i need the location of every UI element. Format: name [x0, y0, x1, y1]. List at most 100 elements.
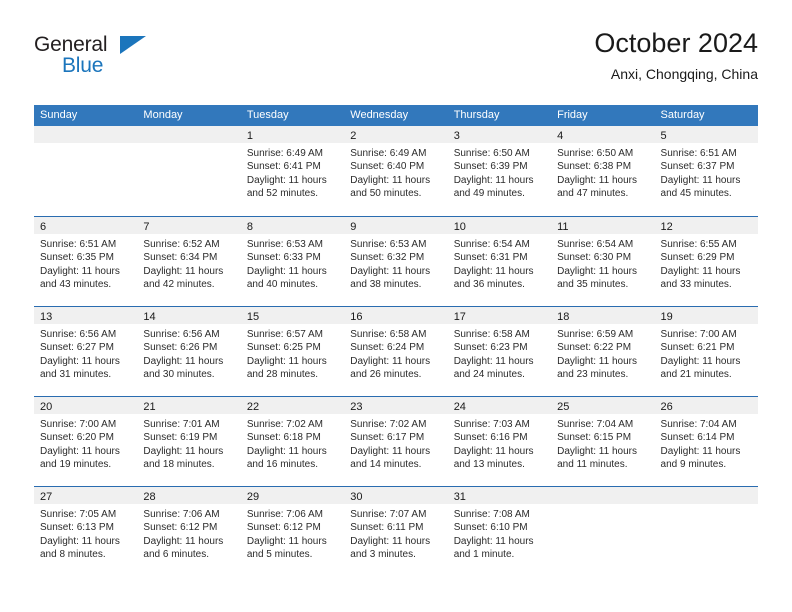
day-number: 28	[143, 491, 156, 503]
day-number-band: 19	[654, 307, 758, 324]
sunset-text: Sunset: 6:37 PM	[660, 161, 735, 173]
day-number: 29	[246, 491, 260, 503]
daylight-text-line2: and 31 minutes.	[40, 368, 112, 380]
day-number-band	[34, 126, 138, 143]
sunset-text: Sunset: 6:41 PM	[246, 161, 321, 173]
day-cell[interactable]: 18 Sunrise: 6:59 AM Sunset: 6:22 PM Dayl…	[551, 307, 655, 396]
day-cell[interactable]: 23 Sunrise: 7:02 AM Sunset: 6:17 PM Dayl…	[344, 397, 448, 486]
logo-text-general: General	[34, 33, 108, 56]
day-cell[interactable]: 24 Sunrise: 7:03 AM Sunset: 6:16 PM Dayl…	[447, 397, 552, 486]
day-cell[interactable]: 15 Sunrise: 6:57 AM Sunset: 6:25 PM Dayl…	[240, 307, 345, 396]
day-cell[interactable]: 20 Sunrise: 7:00 AM Sunset: 6:20 PM Dayl…	[34, 397, 138, 486]
sunset-text: Sunset: 6:19 PM	[143, 432, 218, 444]
day-number-band: 8	[240, 217, 345, 234]
day-cell[interactable]: 2 Sunrise: 6:49 AM Sunset: 6:40 PM Dayli…	[344, 126, 448, 216]
day-info: Sunrise: 6:49 AM Sunset: 6:41 PM Dayligh…	[241, 143, 344, 200]
day-number: 3	[453, 130, 460, 142]
daylight-text-line2: and 5 minutes.	[246, 548, 313, 560]
day-info: Sunrise: 6:57 AM Sunset: 6:25 PM Dayligh…	[241, 324, 344, 381]
day-number: 25	[557, 401, 570, 413]
day-number-band: 22	[240, 397, 345, 414]
sunset-text: Sunset: 6:30 PM	[557, 252, 632, 264]
day-number-band: 21	[137, 397, 241, 414]
weekday-header-saturday: Saturday	[660, 109, 705, 121]
sunset-text: Sunset: 6:16 PM	[453, 432, 528, 444]
day-number: 5	[660, 130, 667, 142]
sunrise-text: Sunrise: 7:03 AM	[453, 419, 530, 430]
day-cell[interactable]: 10 Sunrise: 6:54 AM Sunset: 6:31 PM Dayl…	[447, 217, 552, 306]
sunset-text: Sunset: 6:18 PM	[246, 432, 321, 444]
day-info: Sunrise: 6:55 AM Sunset: 6:29 PM Dayligh…	[655, 234, 758, 291]
day-cell[interactable]: 21 Sunrise: 7:01 AM Sunset: 6:19 PM Dayl…	[137, 397, 241, 486]
day-number-band: 11	[551, 217, 655, 234]
day-number: 27	[40, 491, 53, 503]
sunrise-text: Sunrise: 6:49 AM	[350, 148, 427, 159]
day-cell[interactable]: 5 Sunrise: 6:51 AM Sunset: 6:37 PM Dayli…	[654, 126, 758, 216]
day-number: 18	[557, 311, 570, 323]
sunrise-text: Sunrise: 6:58 AM	[453, 329, 530, 340]
day-cell[interactable]: 3 Sunrise: 6:50 AM Sunset: 6:39 PM Dayli…	[447, 126, 552, 216]
day-cell[interactable]: 16 Sunrise: 6:58 AM Sunset: 6:24 PM Dayl…	[344, 307, 448, 396]
day-cell[interactable]: 4 Sunrise: 6:50 AM Sunset: 6:38 PM Dayli…	[551, 126, 655, 216]
day-number-band: 28	[137, 487, 241, 504]
page-header: General Blue October 2024 Anxi, Chongqin…	[34, 26, 758, 98]
day-number-band: 4	[551, 126, 655, 143]
day-number-band: 9	[344, 217, 448, 234]
sunset-text: Sunset: 6:24 PM	[350, 342, 425, 354]
day-cell[interactable]: 13 Sunrise: 6:56 AM Sunset: 6:27 PM Dayl…	[34, 307, 138, 396]
sunrise-text: Sunrise: 6:51 AM	[660, 148, 737, 159]
day-cell[interactable]: 9 Sunrise: 6:53 AM Sunset: 6:32 PM Dayli…	[344, 217, 448, 306]
day-cell[interactable]: 22 Sunrise: 7:02 AM Sunset: 6:18 PM Dayl…	[240, 397, 345, 486]
daylight-text-line2: and 24 minutes.	[453, 368, 525, 380]
day-cell[interactable]: 11 Sunrise: 6:54 AM Sunset: 6:30 PM Dayl…	[551, 217, 655, 306]
daylight-text-line2: and 40 minutes.	[246, 278, 319, 290]
day-cell[interactable]: 26 Sunrise: 7:04 AM Sunset: 6:14 PM Dayl…	[654, 397, 758, 486]
sunrise-text: Sunrise: 6:59 AM	[557, 329, 634, 340]
day-cell[interactable]: 28 Sunrise: 7:06 AM Sunset: 6:12 PM Dayl…	[137, 487, 241, 576]
day-cell[interactable]: 19 Sunrise: 7:00 AM Sunset: 6:21 PM Dayl…	[654, 307, 758, 396]
daylight-text-line2: and 49 minutes.	[453, 187, 525, 199]
sunset-text: Sunset: 6:35 PM	[40, 252, 114, 264]
day-cell[interactable]: 17 Sunrise: 6:58 AM Sunset: 6:23 PM Dayl…	[447, 307, 552, 396]
day-cell[interactable]: 27 Sunrise: 7:05 AM Sunset: 6:13 PM Dayl…	[34, 487, 138, 576]
daylight-text-line2: and 35 minutes.	[557, 278, 629, 290]
day-info: Sunrise: 6:54 AM Sunset: 6:31 PM Dayligh…	[448, 234, 551, 291]
day-number-band: 30	[344, 487, 448, 504]
daylight-text-line2: and 42 minutes.	[143, 278, 215, 290]
day-cell[interactable]: 8 Sunrise: 6:53 AM Sunset: 6:33 PM Dayli…	[240, 217, 345, 306]
day-cell[interactable]: 31 Sunrise: 7:08 AM Sunset: 6:10 PM Dayl…	[447, 487, 552, 576]
daylight-text-line1: Daylight: 11 hours	[40, 355, 120, 367]
day-cell[interactable]: 30 Sunrise: 7:07 AM Sunset: 6:11 PM Dayl…	[344, 487, 448, 576]
daylight-text-line2: and 18 minutes.	[143, 458, 215, 470]
weekday-header-sunday: Sunday	[40, 109, 78, 121]
day-cell[interactable]: 25 Sunrise: 7:04 AM Sunset: 6:15 PM Dayl…	[551, 397, 655, 486]
daylight-text-line1: Daylight: 11 hours	[246, 174, 327, 186]
daylight-text-line1: Daylight: 11 hours	[453, 445, 534, 457]
week-row: 20 Sunrise: 7:00 AM Sunset: 6:20 PM Dayl…	[34, 396, 758, 486]
sunset-text: Sunset: 6:40 PM	[350, 161, 425, 173]
sunset-text: Sunset: 6:33 PM	[246, 252, 321, 264]
daylight-text-line1: Daylight: 11 hours	[143, 265, 224, 277]
sunset-text: Sunset: 6:22 PM	[557, 342, 632, 354]
day-number: 8	[246, 221, 253, 233]
weekday-header-wednesday: Wednesday	[350, 109, 409, 121]
general-blue-logo[interactable]: General Blue	[34, 34, 234, 90]
day-number-band: 23	[344, 397, 448, 414]
day-cell[interactable]: 6 Sunrise: 6:51 AM Sunset: 6:35 PM Dayli…	[34, 217, 138, 306]
day-number-band: 7	[137, 217, 241, 234]
day-cell[interactable]: 12 Sunrise: 6:55 AM Sunset: 6:29 PM Dayl…	[654, 217, 758, 306]
day-cell[interactable]: 14 Sunrise: 6:56 AM Sunset: 6:26 PM Dayl…	[137, 307, 241, 396]
daylight-text-line2: and 26 minutes.	[350, 368, 422, 380]
daylight-text-line1: Daylight: 11 hours	[246, 445, 327, 457]
daylight-text-line2: and 23 minutes.	[557, 368, 629, 380]
day-cell[interactable]: 1 Sunrise: 6:49 AM Sunset: 6:41 PM Dayli…	[240, 126, 345, 216]
daylight-text-line2: and 14 minutes.	[350, 458, 422, 470]
day-cell[interactable]: 29 Sunrise: 7:06 AM Sunset: 6:12 PM Dayl…	[240, 487, 345, 576]
sunset-text: Sunset: 6:11 PM	[350, 522, 424, 534]
day-info: Sunrise: 6:52 AM Sunset: 6:34 PM Dayligh…	[137, 234, 240, 291]
daylight-text-line1: Daylight: 11 hours	[143, 535, 224, 547]
day-number-band: 24	[447, 397, 552, 414]
daylight-text-line2: and 38 minutes.	[350, 278, 422, 290]
day-cell[interactable]: 7 Sunrise: 6:52 AM Sunset: 6:34 PM Dayli…	[137, 217, 241, 306]
weekday-header-monday: Monday	[143, 109, 183, 121]
